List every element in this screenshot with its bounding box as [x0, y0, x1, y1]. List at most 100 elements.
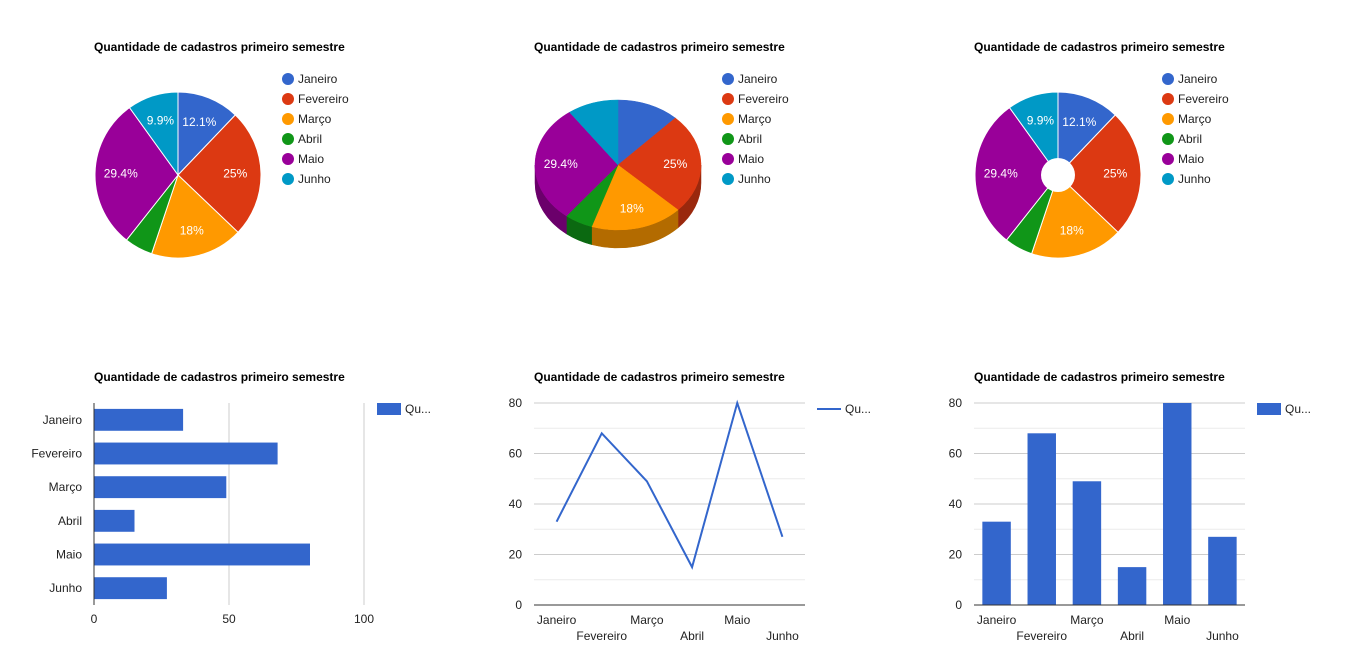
legend-swatch	[817, 408, 841, 410]
legend-swatch	[1162, 93, 1174, 105]
legend-swatch	[377, 403, 401, 415]
chart-svg: 0 20 40 60 80 Janeiro FevereiroMarço Abril Maio J…	[509, 396, 805, 643]
series-line	[555, 399, 784, 570]
chart-svg: 25% 18% 29.4%	[534, 99, 702, 249]
bar	[1027, 433, 1056, 605]
bar	[94, 543, 310, 566]
legend-swatch	[1162, 173, 1174, 185]
slice-label: 25%	[663, 157, 687, 171]
tick-label: 20	[949, 548, 963, 562]
category-label: Abril	[680, 629, 704, 643]
chart-svg: 0 20 40 60 80 Janeiro FevereiroMarço Abril Maio J…	[949, 396, 1245, 643]
tick-label: 60	[509, 447, 523, 461]
legend-label: Janeiro	[1178, 72, 1218, 86]
slice-label: 18%	[1060, 224, 1084, 238]
category-label: Abril	[58, 514, 82, 528]
legend-label: Junho	[738, 172, 771, 186]
legend-label: Abril	[298, 132, 323, 146]
slice-label: 29.4%	[104, 167, 138, 181]
legend-label: Maio	[298, 152, 325, 166]
bar	[1072, 481, 1102, 605]
bar	[94, 442, 278, 465]
slice-label: 12.1%	[182, 115, 216, 129]
slice-label: 9.9%	[147, 113, 175, 127]
category-label: Janeiro	[977, 613, 1017, 627]
slice-label: 29.4%	[544, 157, 578, 171]
tick-label: 0	[515, 598, 522, 612]
chart-svg: 12.1% 25% 18% 29.4% 9.9%	[94, 91, 262, 259]
legend-label: Janeiro	[738, 72, 778, 86]
slice-label: 25%	[1103, 167, 1127, 181]
tick-label: 40	[509, 497, 523, 511]
legend-swatch	[1257, 403, 1281, 415]
tick-label: 0	[91, 612, 98, 626]
legend-swatch	[722, 153, 734, 165]
bar	[1208, 536, 1237, 605]
legend-label: Abril	[738, 132, 763, 146]
tick-label: 0	[955, 598, 962, 612]
legend-swatch	[722, 73, 734, 85]
category-label: Maio	[1164, 613, 1190, 627]
legend-swatch	[722, 113, 734, 125]
legend-label: Fevereiro	[298, 92, 349, 106]
legend-swatch	[1162, 153, 1174, 165]
legend-label: Qu...	[405, 402, 432, 416]
legend-swatch	[1162, 73, 1174, 85]
legend-swatch	[722, 93, 734, 105]
category-label: Junho	[1206, 629, 1239, 643]
legend-label: Qu...	[845, 402, 872, 416]
category-label: Abril	[1120, 629, 1144, 643]
slice-label: 9.9%	[1027, 113, 1055, 127]
bar	[94, 577, 167, 600]
slice-label: 12.1%	[1062, 115, 1096, 129]
chart-panel-horizontal-bar: Quantidade de cadastros primeiro semestr…	[0, 330, 440, 657]
category-label: Março	[630, 613, 664, 627]
legend-label: Junho	[298, 172, 331, 186]
legend-swatch	[282, 133, 294, 145]
legend-label: Qu...	[1285, 402, 1312, 416]
slice-label: 18%	[180, 224, 204, 238]
legend-label: Maio	[1178, 152, 1205, 166]
legend-label: Junho	[1178, 172, 1211, 186]
tick-label: 20	[509, 548, 523, 562]
category-label: Junho	[766, 629, 799, 643]
bar	[1163, 403, 1192, 605]
tick-label: 50	[222, 612, 236, 626]
category-label: Março	[1070, 613, 1104, 627]
legend-swatch	[722, 133, 734, 145]
bar	[982, 521, 1011, 605]
chart-svg: 0 50 100 Janeiro Fevereiro Março Abril Maio Junh…	[31, 403, 374, 626]
tick-label: 80	[509, 396, 523, 410]
legend-swatch	[282, 73, 294, 85]
chart-panel-donut: Quantidade de cadastros primeiro semestr…	[880, 0, 1320, 327]
legend-label: Fevereiro	[1178, 92, 1229, 106]
category-label: Janeiro	[537, 613, 577, 627]
legend-label: Abril	[1178, 132, 1203, 146]
legend-swatch	[282, 173, 294, 185]
legend-swatch	[1162, 133, 1174, 145]
legend-swatch	[722, 173, 734, 185]
chart-panel-pie: Quantidade de cadastros primeiro semestr…	[0, 0, 440, 327]
slice-label: 29.4%	[984, 167, 1018, 181]
bar	[94, 509, 135, 532]
category-label: Junho	[49, 581, 82, 595]
donut-hole	[1041, 158, 1075, 192]
tick-label: 100	[354, 612, 374, 626]
bar	[94, 476, 227, 499]
category-label: Maio	[56, 548, 82, 562]
legend-label: Janeiro	[298, 72, 338, 86]
chart-panel-line: Quantidade de cadastros primeiro semestr…	[440, 330, 880, 657]
legend-label: Março	[1178, 112, 1212, 126]
legend-swatch	[282, 93, 294, 105]
chart-svg: 12.1% 25% 18% 29.4% 9.9%	[974, 91, 1142, 259]
category-label: Fevereiro	[1016, 629, 1067, 643]
chart-panel-pie-3d: Quantidade de cadastros primeiro semestr…	[440, 0, 880, 327]
legend-swatch	[282, 113, 294, 125]
category-label: Fevereiro	[576, 629, 627, 643]
legend-label: Março	[738, 112, 772, 126]
tick-label: 80	[949, 396, 963, 410]
legend-label: Fevereiro	[738, 92, 789, 106]
category-label: Março	[49, 480, 83, 494]
category-label: Janeiro	[43, 413, 83, 427]
bar	[1117, 567, 1147, 605]
